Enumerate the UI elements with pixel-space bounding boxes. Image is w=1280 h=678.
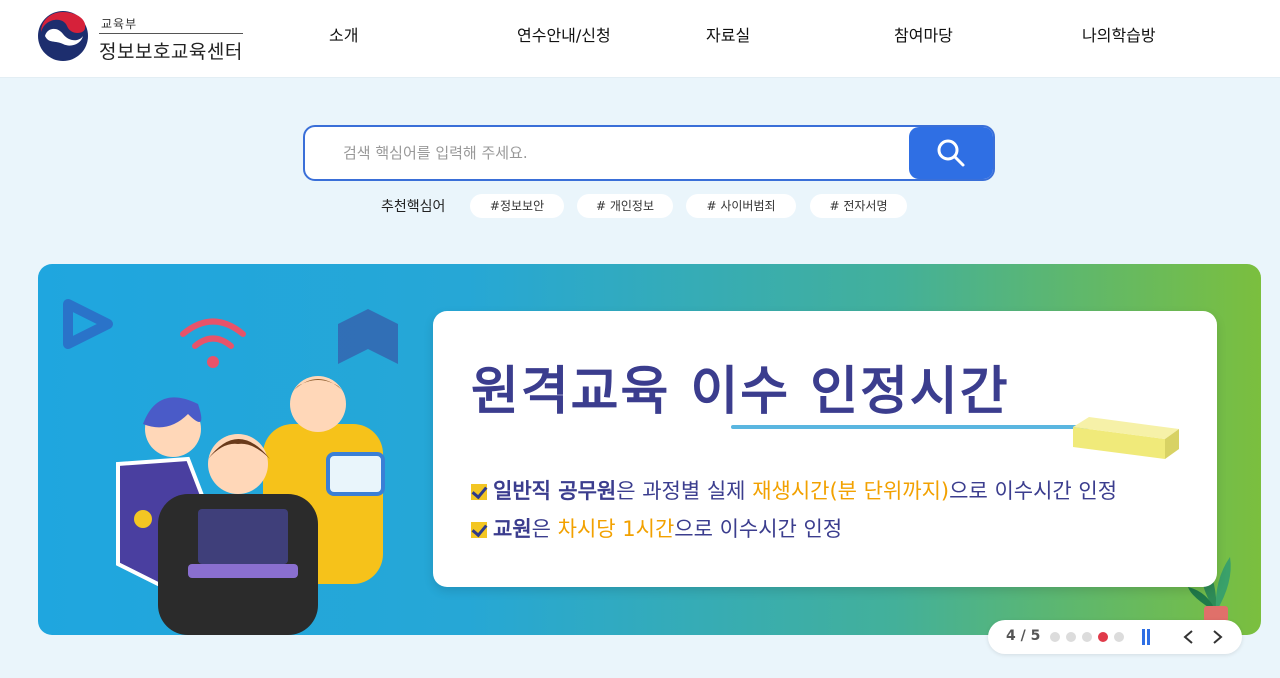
title-underline <box>731 425 1091 429</box>
site-header: 교육부 정보보호교육센터 소개 연수안내/신청 자료실 참여마당 나의학습방 <box>0 0 1280 78</box>
search-input[interactable] <box>305 127 911 179</box>
banner-line-civil-servant: 일반직 공무원은 과정별 실제 재생시간(분 단위까지)으로 이수시간 인정 <box>471 475 1117 505</box>
slide-dot-2[interactable] <box>1066 632 1076 642</box>
keyword-tag-security[interactable]: #정보보안 <box>470 194 564 218</box>
site-logo[interactable]: 교육부 정보보호교육센터 <box>37 10 257 66</box>
next-arrow-icon[interactable] <box>1208 628 1226 646</box>
nav-item-intro[interactable]: 소개 <box>329 22 358 46</box>
keyword-tag-cybercrime[interactable]: # 사이버범죄 <box>686 194 796 218</box>
pause-button[interactable] <box>1140 629 1152 645</box>
prev-arrow-icon[interactable] <box>1180 628 1198 646</box>
banner-content-card: 원격교육 이수 인정시간 일반직 공무원은 과정별 실제 재생시간(분 단위까지… <box>433 311 1217 587</box>
slide-dot-1[interactable] <box>1050 632 1060 642</box>
students-illustration <box>63 299 398 635</box>
slide-dot-5[interactable] <box>1114 632 1124 642</box>
nav-item-participation[interactable]: 참여마당 <box>894 22 953 46</box>
main-banner-slide[interactable]: 원격교육 이수 인정시간 일반직 공무원은 과정별 실제 재생시간(분 단위까지… <box>38 264 1261 635</box>
slide-dot-3[interactable] <box>1082 632 1092 642</box>
logo-divider <box>99 33 243 34</box>
slider-controls: 4 / 5 <box>988 620 1242 654</box>
nav-item-training[interactable]: 연수안내/신청 <box>517 22 611 46</box>
keyword-tag-privacy[interactable]: # 개인정보 <box>577 194 673 218</box>
search-button[interactable] <box>909 127 993 179</box>
checkbox-icon <box>471 484 487 500</box>
center-name: 정보보호교육센터 <box>99 41 243 63</box>
search-icon <box>937 139 965 167</box>
search-box <box>303 125 995 181</box>
slide-dot-4[interactable] <box>1098 632 1108 642</box>
keyword-tag-e-signature[interactable]: # 전자서명 <box>810 194 907 218</box>
slide-counter: 4 / 5 <box>1006 628 1041 644</box>
recommended-keywords-label: 추천핵심어 <box>381 199 446 215</box>
nav-item-resources[interactable]: 자료실 <box>706 22 750 46</box>
checkbox-icon <box>471 522 487 538</box>
ministry-label: 교육부 <box>101 17 138 31</box>
banner-title: 원격교육 이수 인정시간 <box>471 362 1010 422</box>
taegeuk-emblem-icon <box>38 11 88 61</box>
banner-line-teacher: 교원은 차시당 1시간으로 이수시간 인정 <box>471 513 842 543</box>
nav-item-my-learning[interactable]: 나의학습방 <box>1082 22 1156 46</box>
chalk-icon <box>1073 417 1179 459</box>
